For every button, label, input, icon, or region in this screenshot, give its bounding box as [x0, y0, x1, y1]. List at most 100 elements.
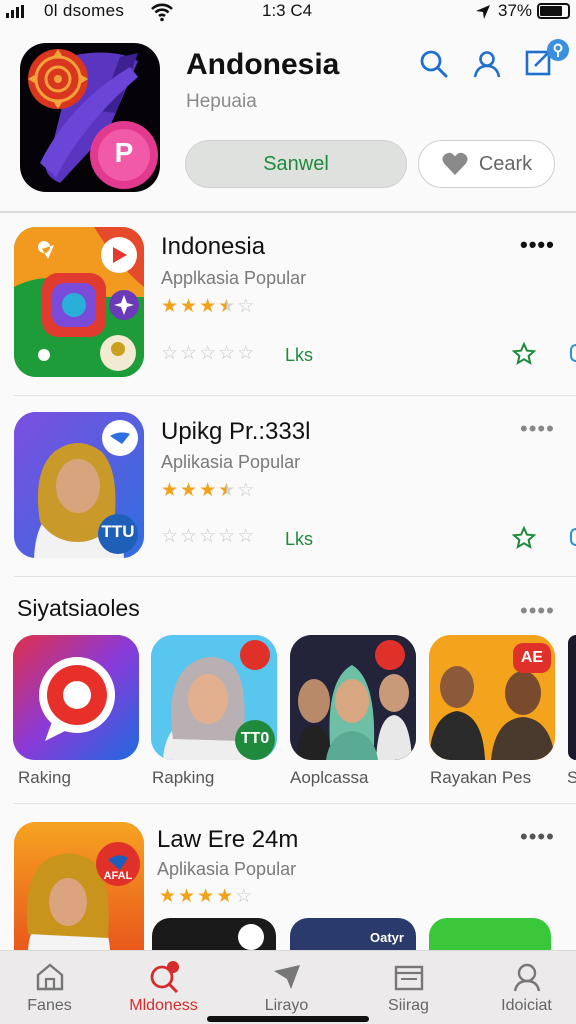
tab-label: Idoiciat — [501, 997, 552, 1014]
wifi-icon — [151, 3, 173, 22]
app-artwork — [14, 822, 144, 950]
card-label: Rapking — [152, 768, 215, 787]
preview-thumbnail[interactable] — [429, 918, 551, 950]
tab-label: Fanes — [27, 997, 72, 1014]
edit-icon[interactable] — [522, 38, 570, 80]
section-card[interactable]: TT0 — [151, 635, 277, 760]
empty-star-icon[interactable]: ☆ — [237, 527, 254, 547]
featured-app-letter: P — [114, 137, 134, 168]
star-icon: ★ — [178, 886, 196, 907]
scroll-edge-icon — [570, 528, 576, 546]
battery-icon — [537, 3, 570, 19]
star-icon: ★ — [180, 296, 198, 317]
section-card[interactable] — [13, 635, 139, 760]
list-item-icon[interactable]: AFAL — [14, 822, 144, 950]
clock-label: 1:3 C4 — [262, 1, 313, 20]
section-card[interactable] — [290, 635, 416, 760]
list-item-icon[interactable] — [14, 227, 144, 377]
list-item-subtitle: Applkasia Popular — [161, 268, 307, 288]
favorite-star-icon[interactable] — [512, 526, 536, 550]
empty-star-icon[interactable]: ☆ — [199, 527, 216, 547]
star-icon: ★ — [161, 296, 179, 317]
row-divider — [14, 576, 576, 577]
list-item-title[interactable]: Upikg Pr.:333l — [161, 418, 310, 446]
page-title: Andonesia — [186, 48, 340, 81]
more-options-icon[interactable]: •••• — [520, 418, 555, 440]
tab-inbox[interactable]: Siirag — [351, 951, 466, 1024]
battery-level — [540, 6, 563, 16]
empty-star-icon[interactable]: ☆ — [161, 527, 178, 547]
user-rating-stars[interactable]: ☆ ☆ ☆ ☆ ☆ — [161, 527, 254, 547]
card-badge-label: TT0 — [240, 730, 270, 747]
featured-app-icon[interactable]: P — [20, 43, 160, 192]
star-icon: ★ — [199, 480, 217, 501]
list-item-link[interactable]: Lks — [285, 345, 313, 366]
secondary-action-label: Ceark — [478, 152, 533, 175]
empty-star-icon[interactable]: ☆ — [218, 344, 235, 364]
home-indicator[interactable] — [207, 1016, 369, 1022]
empty-star-icon[interactable]: ☆ — [180, 344, 197, 364]
tab-label: Mldoness — [129, 997, 198, 1014]
tab-send[interactable]: Lirayo — [229, 951, 344, 1024]
card-artwork — [13, 635, 139, 760]
list-item-icon[interactable]: TTU — [14, 412, 144, 558]
app-artwork — [14, 227, 144, 377]
section-card[interactable]: AE — [429, 635, 555, 760]
profile-icon — [513, 963, 540, 992]
favorite-star-icon[interactable] — [512, 342, 536, 366]
tab-label: Siirag — [388, 997, 429, 1014]
carrier-label: 0l dsomes — [44, 1, 125, 20]
preview-badge-label: Oatyr — [370, 930, 404, 945]
tab-profile[interactable]: Idoiciat — [469, 951, 576, 1024]
empty-star-icon: ☆ — [235, 886, 253, 907]
home-icon — [36, 963, 63, 991]
primary-action-button[interactable]: Sanwel — [185, 140, 407, 188]
list-item-title[interactable]: Law Ere 24m — [157, 826, 298, 854]
star-icon: ★ — [161, 480, 179, 501]
list-item-link[interactable]: Lks — [285, 529, 313, 550]
section-title: Siyatsiaoles — [17, 595, 140, 621]
user-icon[interactable] — [471, 48, 503, 80]
location-arrow-icon — [476, 5, 490, 19]
star-icon: ★ — [180, 480, 198, 501]
rating-stars: ★ ★ ★ ★ ☆ — [161, 297, 254, 317]
section-divider — [14, 803, 576, 804]
section-more-icon[interactable]: •••• — [520, 600, 555, 622]
heart-icon — [442, 152, 468, 175]
tab-search[interactable]: Mldoness — [106, 951, 221, 1024]
user-rating-stars[interactable]: ☆ ☆ ☆ ☆ ☆ — [161, 344, 254, 364]
card-label: S — [567, 768, 576, 787]
star-icon: ★ — [216, 886, 234, 907]
empty-star-icon[interactable]: ☆ — [180, 527, 197, 547]
list-item-subtitle: Aplikasia Popular — [161, 452, 301, 472]
section-card-partial[interactable] — [568, 635, 576, 760]
app-badge-label: AFAL — [103, 870, 133, 882]
card-artwork — [290, 635, 416, 760]
list-item-title[interactable]: Indonesia — [161, 233, 265, 261]
app-badge-label: TTU — [101, 522, 135, 541]
half-star-icon: ★ — [218, 296, 236, 317]
header-divider — [0, 211, 576, 213]
half-star-icon: ★ — [218, 480, 236, 501]
empty-star-icon: ☆ — [237, 296, 255, 317]
empty-star-icon: ☆ — [237, 480, 255, 501]
empty-star-icon[interactable]: ☆ — [161, 344, 178, 364]
featured-app-artwork — [28, 49, 158, 189]
inbox-icon — [394, 965, 423, 991]
empty-star-icon[interactable]: ☆ — [237, 344, 254, 364]
row-divider — [14, 395, 576, 396]
search-icon[interactable] — [418, 48, 450, 80]
secondary-action-button[interactable]: Ceark — [418, 140, 555, 188]
tab-home[interactable]: Fanes — [0, 951, 107, 1024]
card-label: Raking — [18, 768, 71, 787]
list-item-subtitle: Aplikasia Popular — [157, 859, 297, 879]
tab-label: Lirayo — [264, 997, 309, 1014]
preview-thumbnail[interactable]: Oatyr — [290, 918, 416, 950]
empty-star-icon[interactable]: ☆ — [199, 344, 216, 364]
empty-star-icon[interactable]: ☆ — [218, 527, 235, 547]
preview-thumbnail[interactable] — [152, 918, 276, 950]
status-bar: 0l dsomes 1:3 C4 37% — [0, 0, 576, 24]
signal-icon — [6, 5, 24, 18]
more-options-icon[interactable]: •••• — [520, 234, 555, 256]
more-options-icon[interactable]: •••• — [520, 826, 555, 848]
